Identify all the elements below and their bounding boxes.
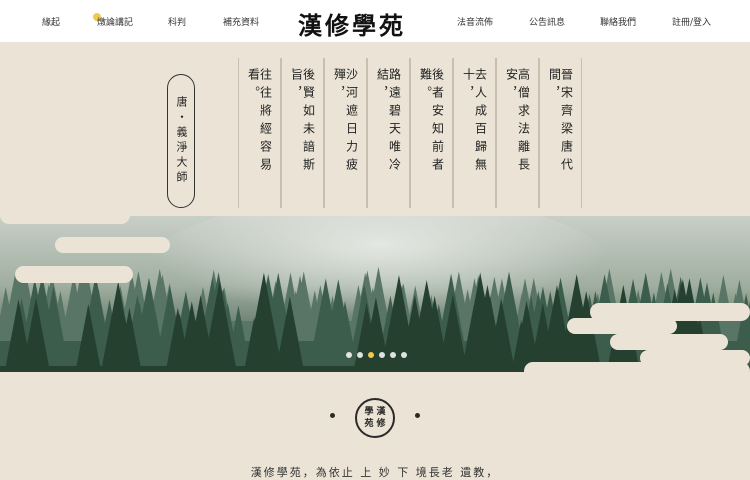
poem-line-text: 後者安知前者難。 — [418, 68, 445, 176]
site-logo[interactable]: 漢修學苑 — [298, 6, 406, 41]
poem-line: 沙河遮日力疲殫， — [324, 58, 367, 208]
nav-item-lecture-notes[interactable]: 燉論講記 — [97, 15, 133, 28]
nav-item-origin[interactable]: 緣起 — [42, 15, 60, 28]
poem-line-text: 晉宋齊梁唐代間， — [547, 68, 574, 176]
nav-item-outline[interactable]: 科判 — [168, 15, 186, 28]
carousel-dot[interactable] — [401, 352, 407, 358]
seal-char: 學 — [364, 406, 374, 417]
poem-line: 去人成百歸無十， — [453, 58, 496, 208]
nav-item-contact[interactable]: 聯絡我們 — [600, 15, 636, 28]
cloud-decoration — [567, 318, 677, 334]
decorative-dot — [330, 413, 335, 418]
poem-line-text: 後賢如未諳斯旨， — [289, 68, 316, 176]
poem-line-text: 高僧求法離長安， — [504, 68, 531, 176]
poem-line: 後賢如未諳斯旨， — [281, 58, 324, 208]
nav-item-supplementary[interactable]: 補充資料 — [223, 15, 259, 28]
carousel-dot[interactable] — [368, 352, 374, 358]
intro-text: 漢修學苑，為依止 上 妙 下 境長老 遺教， — [250, 466, 500, 479]
cloud-decoration — [0, 206, 130, 224]
poem-author-badge: 唐・義淨大師 — [167, 74, 195, 208]
seal-char: 修 — [376, 418, 386, 429]
poem-line: 晉宋齊梁唐代間， — [539, 58, 582, 208]
poem-line-text: 往往將經容易看。 — [246, 68, 273, 176]
cloud-decoration — [524, 362, 750, 380]
seal-char: 漢 — [376, 406, 386, 417]
site-header: 緣起 燉論講記 科判 補充資料 漢修學苑 法音流佈 公告訊息 聯絡我們 註冊/登… — [0, 0, 750, 42]
nav-item-register-login[interactable]: 註冊/登入 — [672, 15, 711, 28]
carousel-dot[interactable] — [379, 352, 385, 358]
seal-char: 苑 — [364, 418, 374, 429]
carousel-dot[interactable] — [357, 352, 363, 358]
poem-line: 路遠碧天唯冷結， — [367, 58, 410, 208]
cloud-decoration — [15, 266, 133, 283]
poem-line-text: 路遠碧天唯冷結， — [375, 68, 402, 176]
nav-item-announcements[interactable]: 公告訊息 — [529, 15, 565, 28]
poem-line-text: 沙河遮日力疲殫， — [332, 68, 359, 176]
cloud-decoration — [55, 237, 170, 253]
cloud-decoration — [610, 334, 728, 350]
carousel-dot[interactable] — [346, 352, 352, 358]
poem-line: 高僧求法離長安， — [496, 58, 539, 208]
carousel-dot[interactable] — [390, 352, 396, 358]
poem-line-text: 去人成百歸無十， — [461, 68, 488, 176]
seal-emblem: 學 漢 苑 修 — [355, 398, 395, 438]
nav-item-dharma-audio[interactable]: 法音流佈 — [457, 15, 493, 28]
decorative-dot — [415, 413, 420, 418]
poem-line: 後者安知前者難。 — [410, 58, 453, 208]
poem-line: 往往將經容易看。 — [238, 58, 281, 208]
poem-author: 唐・義淨大師 — [175, 96, 188, 186]
carousel-pagination — [346, 352, 407, 358]
